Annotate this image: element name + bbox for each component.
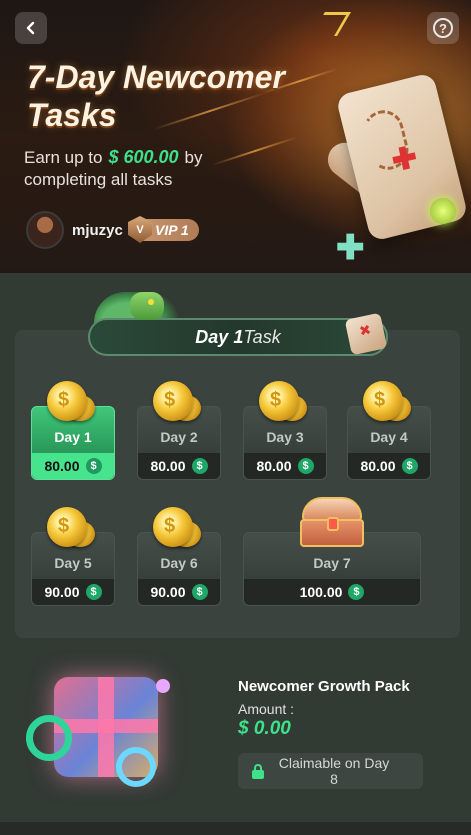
day-card-7[interactable]: Day 7 100.00 $ (243, 497, 421, 606)
hero-subtitle: Earn up to $ 600.00 by completing all task… (24, 146, 284, 191)
bottom-strip (0, 822, 471, 835)
glowing-coin-decoration (430, 198, 456, 224)
dollar-coin-icon: $ (191, 458, 208, 474)
day-reward: 90.00 $ (138, 579, 220, 605)
day-label: Day 1 (54, 429, 92, 445)
reward-amount: 90.00 (150, 584, 186, 600)
banner-task: Task (243, 326, 281, 347)
coin-stack-icon: $ (153, 381, 201, 425)
reward-amount: 80.00 (150, 458, 186, 474)
day-card-4[interactable]: $ Day 4 80.00 $ (347, 381, 431, 480)
reward-amount: 90.00 (44, 584, 80, 600)
day-reward: 80.00 $ (32, 453, 114, 479)
hero-banner: ? 7-Day Newcomer Tasks Earn up to $ 600.0… (0, 0, 471, 273)
page-title: 7-Day Newcomer Tasks (27, 59, 285, 133)
day-label: Day 3 (266, 429, 304, 445)
dollar-coin-icon: $ (297, 458, 314, 474)
claim-button[interactable]: Claimable on Day 8 (238, 753, 423, 789)
coin-stack-icon: $ (153, 507, 201, 551)
day-label: Day 4 (370, 429, 408, 445)
day-label: Day 2 (160, 429, 198, 445)
reward-amount: 80.00 (256, 458, 292, 474)
chevron-left-icon (26, 21, 35, 35)
plus-decoration: ✚ (336, 229, 365, 267)
question-circle-icon: ? (433, 18, 453, 38)
lock-icon (252, 764, 264, 779)
dragon-head (130, 292, 164, 320)
reward-amount: 100.00 (299, 584, 343, 600)
mini-map-icon (344, 312, 388, 356)
dollar-coin-icon: $ (191, 584, 208, 600)
day-card-1[interactable]: $ Day 1 80.00 $ (31, 381, 115, 480)
vip-label: VIP 1 (155, 222, 189, 238)
day-card-5[interactable]: $ Day 5 90.00 $ (31, 507, 115, 606)
subtitle-prefix: Earn up to (24, 148, 103, 167)
back-button[interactable] (15, 12, 47, 44)
coin-stack-icon: $ (47, 381, 95, 425)
day-card-2[interactable]: $ Day 2 80.00 $ (137, 381, 221, 480)
day-label: Day 5 (54, 555, 92, 571)
coin-stack-icon: $ (363, 381, 411, 425)
day-reward: 100.00 $ (244, 579, 420, 605)
current-day-banner: Day 1 Task (88, 318, 388, 356)
reward-amount: 80.00 (360, 458, 396, 474)
day-label: Day 7 (313, 555, 351, 571)
coin-stack-icon: $ (47, 507, 95, 551)
growth-pack-amount: $ 0.00 (238, 718, 291, 739)
dollar-coin-icon: $ (348, 584, 365, 600)
dollar-coin-icon: $ (401, 458, 418, 474)
help-button[interactable]: ? (427, 12, 459, 44)
day-card-6[interactable]: $ Day 6 90.00 $ (137, 507, 221, 606)
coin-stack-icon: $ (259, 381, 307, 425)
gift-box-icon (20, 665, 190, 790)
avatar (26, 211, 64, 249)
reward-amount: 80.00 (44, 458, 80, 474)
growth-pack-amount-label: Amount : (238, 701, 295, 717)
max-reward-amount: $ 600.00 (108, 147, 179, 167)
claim-label: Claimable on Day 8 (278, 755, 390, 787)
day-card-3[interactable]: $ Day 3 80.00 $ (243, 381, 327, 480)
growth-pack-title: Newcomer Growth Pack (238, 678, 410, 695)
banner-day: Day 1 (195, 326, 244, 347)
dollar-coin-icon: $ (85, 458, 102, 474)
treasure-chest-icon (296, 497, 368, 547)
day-reward: 80.00 $ (348, 453, 430, 479)
dollar-coin-icon: $ (85, 584, 102, 600)
username: mjuzyc (72, 222, 123, 239)
dragon-eye (148, 299, 154, 305)
day-reward: 80.00 $ (138, 453, 220, 479)
sparkle-decoration (311, 12, 351, 36)
day-reward: 80.00 $ (244, 453, 326, 479)
day-label: Day 6 (160, 555, 198, 571)
day-reward: 90.00 $ (32, 579, 114, 605)
